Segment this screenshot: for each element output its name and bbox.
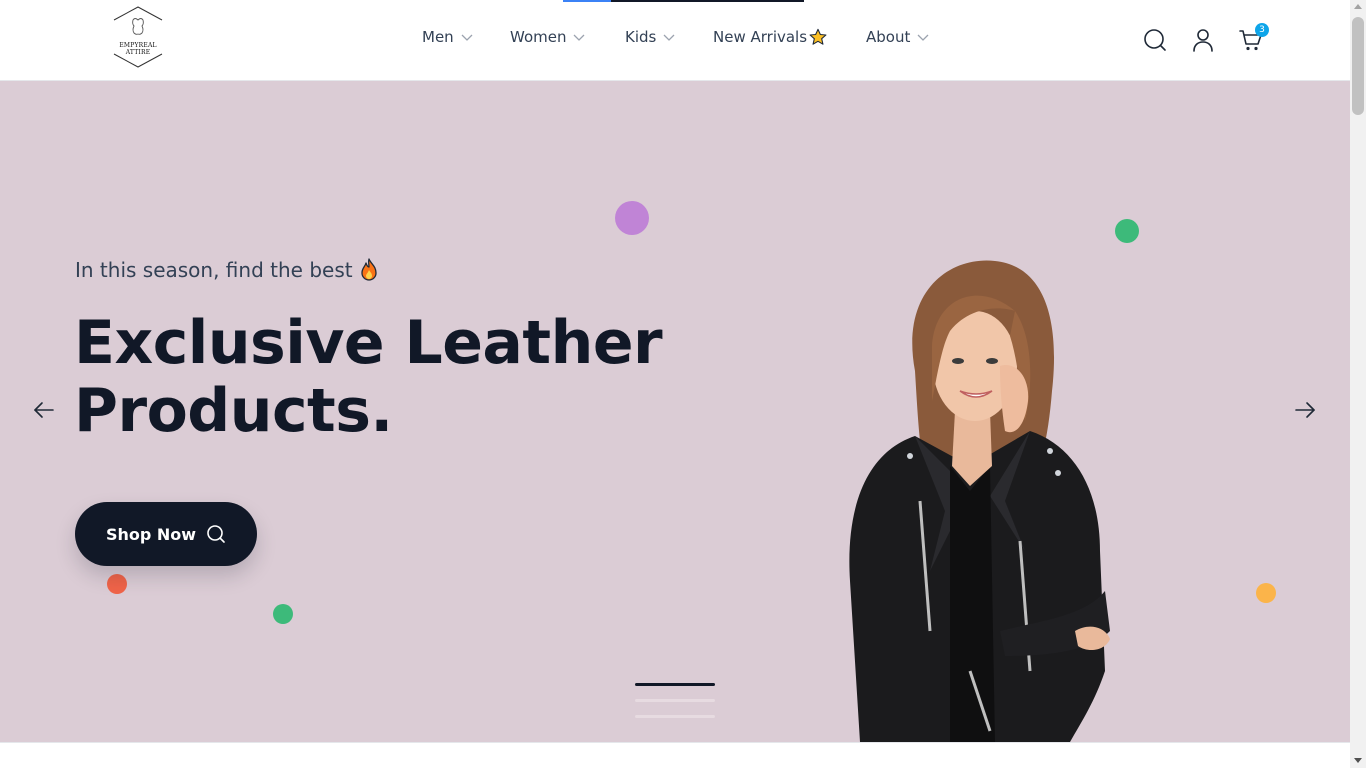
nav-item-men[interactable]: Men <box>422 28 473 46</box>
page-scrollbar[interactable] <box>1350 0 1366 768</box>
decorative-dot <box>107 574 127 594</box>
shop-now-label: Shop Now <box>105 524 197 544</box>
star-icon <box>809 28 827 45</box>
scroll-up-arrow[interactable] <box>1354 4 1362 9</box>
next-section-edge <box>0 742 1350 768</box>
site-header: EMPYREAL ATTIRE Men Women Kids New Arriv… <box>0 0 1350 81</box>
fire-icon <box>360 258 377 281</box>
nav-label: About <box>866 28 911 46</box>
scroll-thumb[interactable] <box>1352 17 1364 115</box>
nav-item-about[interactable]: About <box>866 28 929 46</box>
nav-label: Women <box>510 28 567 46</box>
arrow-left-icon[interactable] <box>33 399 55 421</box>
decorative-dot <box>273 604 293 624</box>
search-icon <box>207 525 225 543</box>
slide-indicator-3[interactable] <box>635 715 715 718</box>
hero-model-image <box>849 260 1110 742</box>
logo-text: EMPYREAL ATTIRE <box>119 42 157 56</box>
hero-headline-line1: Exclusive Leather <box>74 308 663 378</box>
chevron-down-icon <box>663 34 675 41</box>
slide-indicators <box>635 683 715 731</box>
chevron-down-icon <box>461 34 473 41</box>
search-icon[interactable] <box>1142 27 1168 53</box>
hero-subtitle: In this season, find the best <box>75 258 379 282</box>
page: EMPYREAL ATTIRE Men Women Kids New Arriv… <box>0 0 1366 768</box>
slide-indicator-2[interactable] <box>635 699 715 702</box>
slide-indicator-1[interactable] <box>635 683 715 686</box>
arrow-right-icon[interactable] <box>1294 399 1316 421</box>
nav-label: New Arrivals <box>713 28 808 46</box>
nav-item-new-arrivals[interactable]: New Arrivals <box>713 28 827 46</box>
hero-subtitle-text: In this season, find the best <box>75 258 353 282</box>
nav-label: Men <box>422 28 454 46</box>
user-icon[interactable] <box>1190 27 1216 53</box>
nav-label: Kids <box>625 28 657 46</box>
nav-item-women[interactable]: Women <box>510 28 585 46</box>
hero-slider: In this season, find the best Exclusive … <box>0 81 1350 742</box>
hero-headline: Exclusive Leather Products. <box>74 309 694 445</box>
leather-hide-icon <box>113 6 163 68</box>
hero-headline-line2: Products. <box>74 376 393 446</box>
page-progress-bar <box>563 0 804 2</box>
decorative-dot <box>1256 583 1276 603</box>
decorative-dot <box>1115 219 1139 243</box>
decorative-dot <box>615 201 649 235</box>
chevron-down-icon <box>917 34 929 41</box>
shop-now-button[interactable]: Shop Now <box>75 502 257 566</box>
chevron-down-icon <box>574 34 585 41</box>
nav-item-kids[interactable]: Kids <box>625 28 675 46</box>
site-logo[interactable]: EMPYREAL ATTIRE <box>108 6 168 68</box>
cart-count-badge: 3 <box>1255 23 1269 37</box>
scroll-down-arrow[interactable] <box>1354 758 1362 763</box>
